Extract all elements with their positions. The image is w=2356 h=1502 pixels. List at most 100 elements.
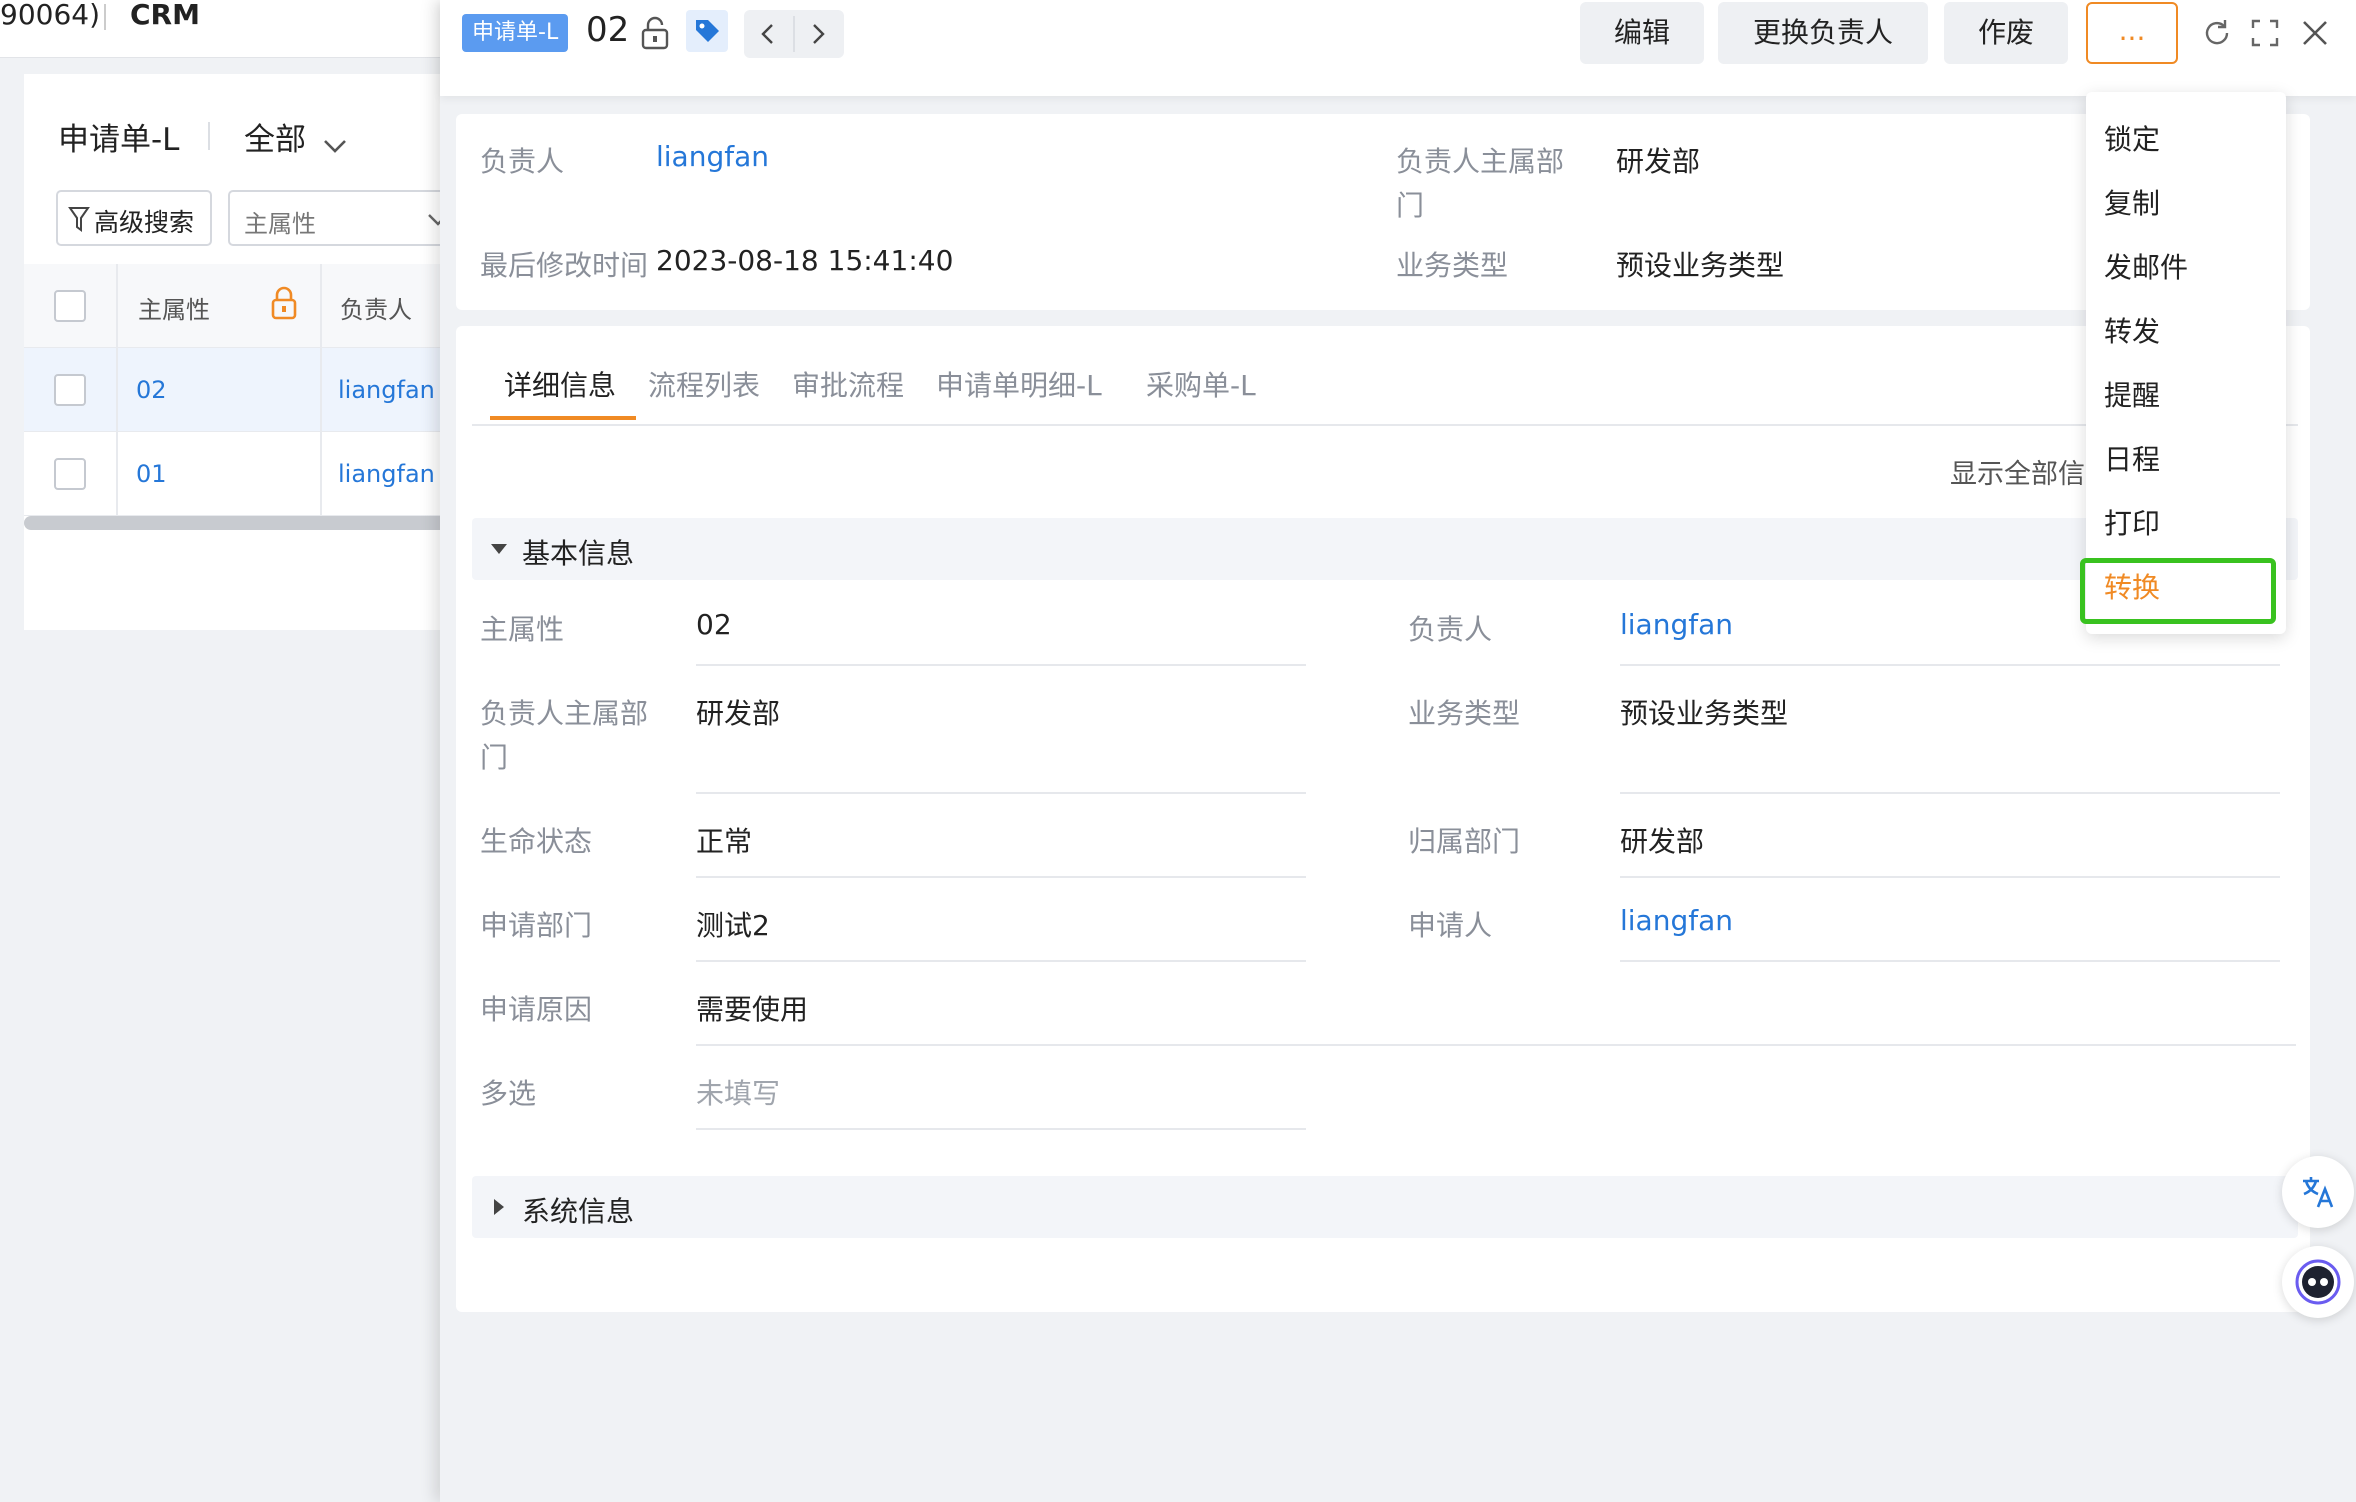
menu-item-convert[interactable]: 转换 xyxy=(2104,566,2160,606)
change-owner-button[interactable]: 更换负责人 xyxy=(1718,2,1928,64)
translate-button[interactable] xyxy=(2282,1156,2354,1228)
field-value-empty: 未填写 xyxy=(696,1077,781,1110)
tab-request-details[interactable]: 申请单明细-L xyxy=(936,364,1102,404)
close-icon[interactable] xyxy=(2300,18,2330,48)
menu-item-send-email[interactable]: 发邮件 xyxy=(2104,246,2188,286)
divider xyxy=(472,424,2298,426)
tag-icon xyxy=(696,20,719,42)
menu-item-reminder[interactable]: 提醒 xyxy=(2104,374,2160,414)
chevron-left-icon[interactable] xyxy=(756,22,780,46)
field-label: 申请原因 xyxy=(480,993,593,1026)
summary-value: 研发部 xyxy=(1616,145,1701,178)
owner-link[interactable]: liangfan xyxy=(1620,608,1733,641)
detail-top-bar: 申请单-L 02 编辑 更换负责人 作废 ... xyxy=(440,0,2356,96)
menu-item-print[interactable]: 打印 xyxy=(2104,502,2160,542)
summary-value: 2023-08-18 15:41:40 xyxy=(656,244,954,277)
fullscreen-icon[interactable] xyxy=(2250,18,2280,48)
row-checkbox[interactable] xyxy=(54,374,86,406)
tab-approval-flow[interactable]: 审批流程 xyxy=(792,364,904,404)
field-underline xyxy=(1620,792,2280,794)
field-underline xyxy=(1620,876,2280,878)
tab-bar: 详细信息 流程列表 审批流程 申请单明细-L 采购单-L xyxy=(456,326,2310,426)
tag-button[interactable] xyxy=(686,10,728,52)
divider xyxy=(116,432,118,516)
top-id-text: 90064) xyxy=(0,0,100,31)
refresh-icon[interactable] xyxy=(2202,18,2232,48)
column-header[interactable]: 负责人 xyxy=(340,290,412,325)
more-button[interactable]: ... xyxy=(2086,2,2178,64)
field-value: 测试2 xyxy=(696,909,770,942)
assistant-button[interactable] xyxy=(2282,1246,2354,1318)
chevron-down-icon xyxy=(324,139,347,153)
field-value: 需要使用 xyxy=(696,993,809,1026)
chevron-right-icon[interactable] xyxy=(806,22,830,46)
menu-item-schedule[interactable]: 日程 xyxy=(2104,438,2160,478)
more-dropdown-menu: 锁定 复制 发邮件 转发 提醒 日程 打印 转换 xyxy=(2080,92,2286,634)
select-all-checkbox[interactable] xyxy=(54,290,86,322)
assistant-bot-icon xyxy=(2295,1259,2341,1305)
field-select[interactable]: 主属性 xyxy=(228,190,468,246)
divider xyxy=(116,348,118,432)
field-underline xyxy=(1620,664,2280,666)
applicant-link[interactable]: liangfan xyxy=(1620,904,1733,937)
field-label: 归属部门 xyxy=(1408,825,1521,858)
summary-label: 负责人主属部门 xyxy=(1396,145,1565,222)
app-name[interactable]: CRM xyxy=(130,0,200,31)
menu-item-forward[interactable]: 转发 xyxy=(2104,310,2160,350)
tab-process-list[interactable]: 流程列表 xyxy=(648,364,760,404)
advanced-search-button[interactable]: 高级搜索 xyxy=(56,190,212,246)
horizontal-scrollbar[interactable] xyxy=(24,516,464,530)
field-value: 研发部 xyxy=(696,697,781,730)
tab-detail-info[interactable]: 详细信息 xyxy=(504,364,616,404)
record-nav xyxy=(744,10,844,58)
field-label: 申请部门 xyxy=(480,909,593,942)
row-owner-link[interactable]: liangfan xyxy=(338,376,435,404)
row-main-link[interactable]: 02 xyxy=(136,376,167,404)
divider xyxy=(793,16,795,52)
field-select-placeholder: 主属性 xyxy=(244,210,316,238)
void-button[interactable]: 作废 xyxy=(1944,2,2068,64)
summary-label: 最后修改时间 xyxy=(480,249,649,282)
field-label: 生命状态 xyxy=(480,825,593,858)
basic-info-section-header[interactable]: 基本信息 xyxy=(472,518,2298,580)
column-header[interactable]: 主属性 xyxy=(138,290,210,325)
filter-icon xyxy=(68,207,90,232)
row-checkbox[interactable] xyxy=(54,458,86,490)
field-underline xyxy=(1620,960,2280,962)
table-row[interactable]: 02 liangfan xyxy=(24,348,464,432)
field-underline xyxy=(696,1128,1306,1130)
field-underline xyxy=(696,876,1306,878)
summary-label: 负责人 xyxy=(480,145,565,178)
table-row[interactable]: 01 liangfan xyxy=(24,432,464,516)
list-panel: 90064) CRM 申请单-L 全部 高级搜索 主属性 主属性 负责人 02 … xyxy=(0,0,468,1502)
section-title: 基本信息 xyxy=(522,537,635,570)
divider xyxy=(116,264,118,348)
scope-dropdown[interactable]: 全部 xyxy=(244,114,349,158)
caret-down-icon xyxy=(491,544,507,554)
divider xyxy=(320,348,322,432)
field-value: 正常 xyxy=(696,825,753,858)
field-value: 研发部 xyxy=(1620,825,1705,858)
field-underline xyxy=(696,792,1306,794)
field-underline xyxy=(696,960,1306,962)
scope-label: 全部 xyxy=(244,122,306,158)
edit-button[interactable]: 编辑 xyxy=(1580,2,1704,64)
field-underline xyxy=(696,1044,2296,1046)
menu-item-copy[interactable]: 复制 xyxy=(2104,182,2160,222)
list-title: 申请单-L xyxy=(58,122,180,158)
unlock-icon[interactable] xyxy=(640,16,670,50)
system-info-section-header[interactable]: 系统信息 xyxy=(472,1176,2298,1238)
summary-label: 业务类型 xyxy=(1396,249,1509,282)
advanced-search-label: 高级搜索 xyxy=(94,208,195,237)
field-label: 申请人 xyxy=(1408,909,1493,942)
field-label: 负责人主属部门 xyxy=(480,697,649,774)
row-main-link[interactable]: 01 xyxy=(136,460,167,488)
row-owner-link[interactable]: liangfan xyxy=(338,460,435,488)
field-value: 02 xyxy=(696,608,732,641)
menu-item-lock[interactable]: 锁定 xyxy=(2104,118,2160,158)
record-id: 02 xyxy=(586,10,630,50)
owner-link[interactable]: liangfan xyxy=(656,140,769,173)
divider xyxy=(320,264,322,348)
tab-purchase-order[interactable]: 采购单-L xyxy=(1146,364,1256,404)
show-all-toggle[interactable]: 显示全部信 xyxy=(1950,452,2085,491)
